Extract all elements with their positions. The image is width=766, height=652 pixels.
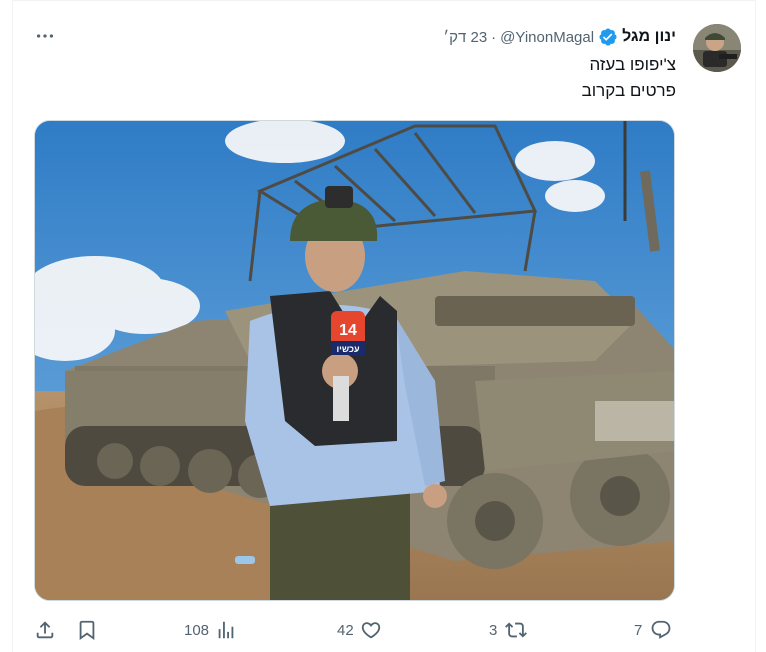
like-button[interactable]: 42: [337, 618, 382, 642]
heart-icon: [361, 622, 380, 639]
reply-button[interactable]: 7: [634, 618, 672, 642]
more-options-button[interactable]: [30, 24, 60, 48]
header-separator: ·: [491, 28, 497, 46]
share-button[interactable]: [34, 618, 56, 642]
tweet-text-line: צ'יפופו בעזה: [589, 55, 676, 74]
author-name[interactable]: ינון מגל: [622, 28, 676, 46]
tweet-action-bar: 108 42 3 7: [0, 612, 766, 648]
avatar[interactable]: [693, 24, 741, 72]
views-button[interactable]: 108: [184, 618, 237, 642]
verified-badge-icon: [598, 27, 618, 47]
author-handle[interactable]: @YinonMagal: [500, 29, 594, 46]
bookmark-icon: [79, 620, 95, 641]
replies-count: 7: [634, 621, 643, 639]
tweet-text-line: פרטים בקרוב: [581, 81, 676, 100]
photo-reporter-with-tank-icon: 14 עכשיו: [35, 121, 674, 600]
views-chart-icon: [218, 621, 234, 639]
retweet-button[interactable]: 3: [489, 618, 527, 642]
reply-icon: [651, 620, 671, 639]
share-icon: [36, 621, 54, 639]
mic-flag-number: 14: [339, 322, 357, 339]
tweet-text: צ'יפופו בעזה פרטים בקרוב: [116, 52, 676, 104]
bookmark-button[interactable]: [76, 618, 98, 642]
tweet-media-photo[interactable]: 14 עכשיו: [34, 120, 675, 601]
tweet-header: ינון מגל @YinonMagal · 23 דק׳: [443, 26, 676, 48]
more-icon: [36, 34, 54, 38]
likes-count: 42: [337, 621, 354, 639]
views-count: 108: [184, 621, 210, 639]
mic-flag-brand: עכשיו: [336, 344, 359, 354]
retweet-icon: [505, 622, 527, 638]
retweets-count: 3: [489, 621, 498, 639]
tweet-timestamp[interactable]: 23 דק׳: [443, 29, 487, 46]
